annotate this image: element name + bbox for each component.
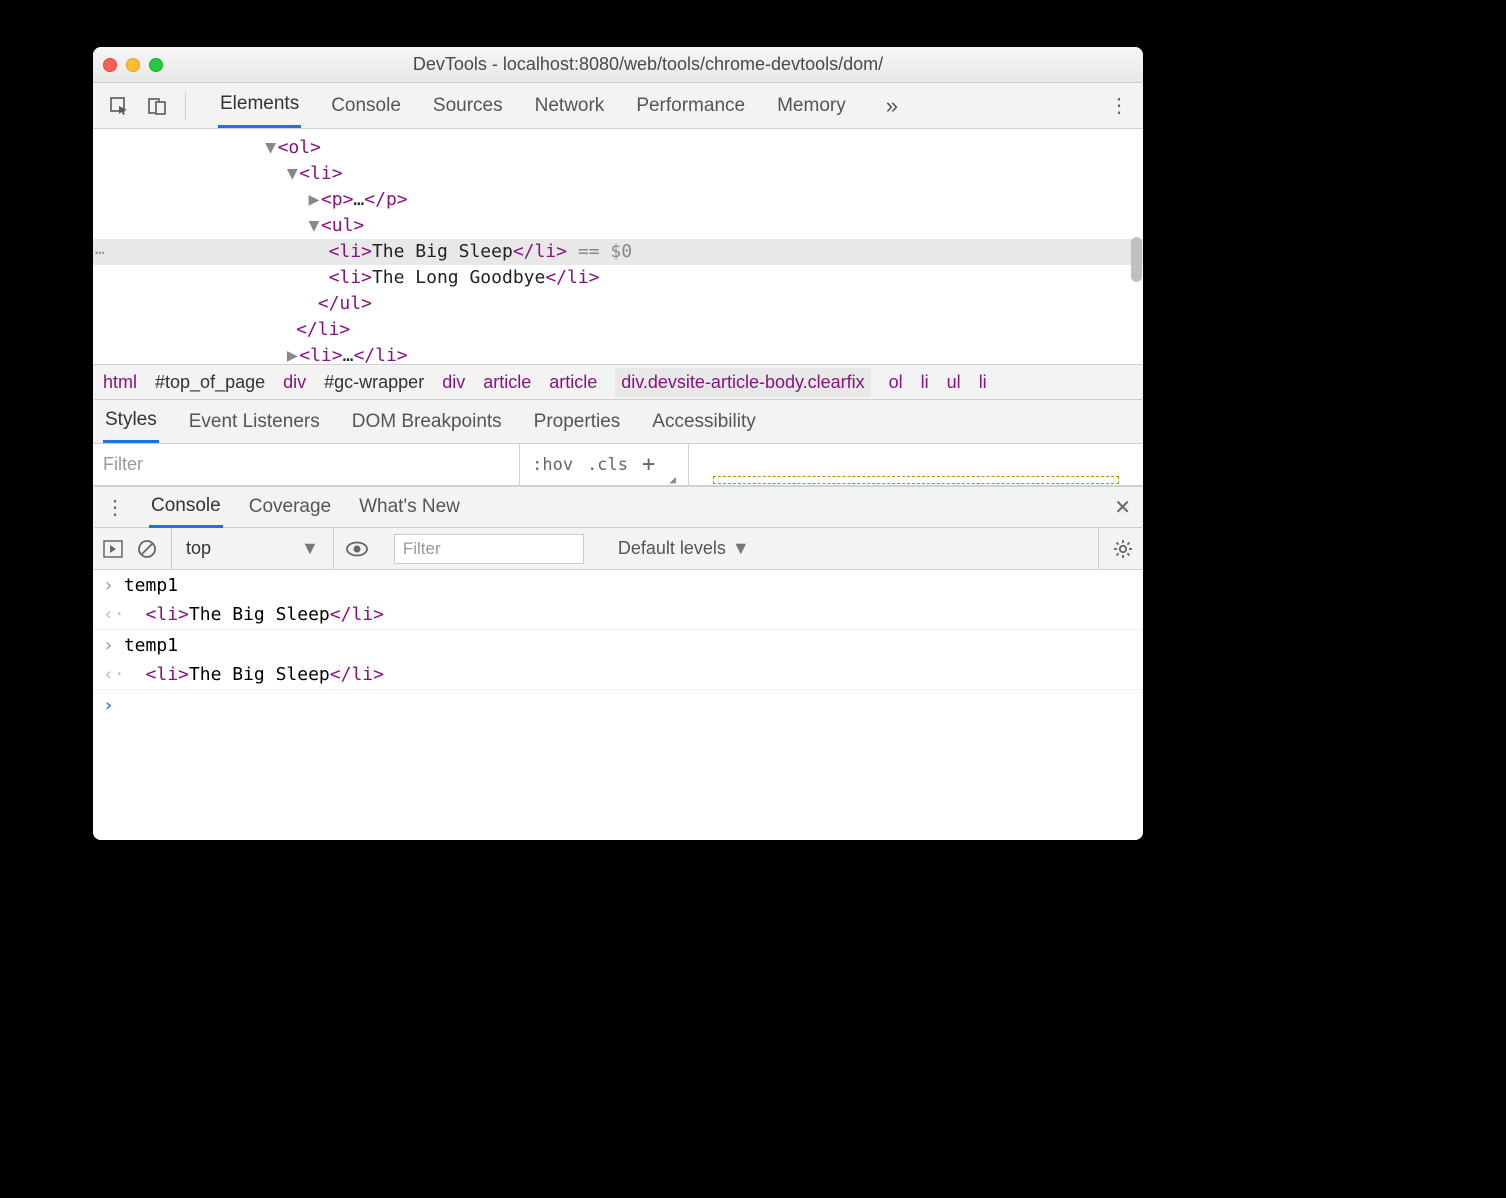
device-toolbar-icon[interactable]: [143, 92, 171, 120]
close-drawer-icon[interactable]: ✕: [1114, 495, 1131, 520]
scrollbar-thumb[interactable]: [1131, 237, 1142, 282]
dom-tree[interactable]: ▼<ol> ▼<li> ▶<p>…</p> ▼<ul> <li>The Big …: [93, 129, 1143, 364]
dom-node[interactable]: </ul>: [93, 291, 1143, 317]
breadcrumb-item[interactable]: html: [103, 372, 137, 393]
tab-performance[interactable]: Performance: [634, 85, 747, 127]
breadcrumb-item[interactable]: article: [549, 372, 597, 393]
live-expression-icon[interactable]: [333, 528, 380, 569]
context-label: top: [186, 538, 211, 559]
tab-console[interactable]: Console: [329, 85, 403, 127]
tab-memory[interactable]: Memory: [775, 85, 848, 127]
panel-tabs: Elements Console Sources Network Perform…: [218, 83, 898, 128]
dom-node[interactable]: ▼<ol>: [93, 135, 1143, 161]
drawer-tab-coverage[interactable]: Coverage: [247, 488, 333, 526]
input-chevron-icon: ›: [103, 635, 114, 656]
window-title: DevTools - localhost:8080/web/tools/chro…: [163, 54, 1133, 75]
console-output[interactable]: ›temp1‹· <li>The Big Sleep</li>›temp1‹· …: [93, 570, 1143, 840]
traffic-lights: [103, 58, 163, 72]
dom-breadcrumb[interactable]: html #top_of_page div #gc-wrapper div article…: [93, 364, 1143, 400]
breadcrumb-item[interactable]: article: [483, 372, 531, 393]
tab-sources[interactable]: Sources: [431, 85, 505, 127]
breadcrumb-item[interactable]: li: [921, 372, 929, 393]
drawer-tabs: ⋮ Console Coverage What's New ✕: [93, 486, 1143, 528]
breadcrumb-item[interactable]: #top_of_page: [155, 372, 265, 393]
chevron-down-icon: ▼: [301, 538, 319, 559]
levels-label: Default levels: [618, 538, 726, 559]
console-row[interactable]: ›temp1: [93, 630, 1143, 660]
drawer-menu-icon[interactable]: ⋮: [105, 495, 125, 520]
more-tabs-icon[interactable]: »: [886, 93, 898, 119]
styles-filter-buttons: :hov .cls + ◢: [520, 444, 689, 485]
clear-console-icon[interactable]: [137, 539, 157, 559]
console-row[interactable]: ‹· <li>The Big Sleep</li>: [93, 660, 1143, 690]
dom-node[interactable]: ▼<li>: [93, 161, 1143, 187]
window-titlebar: DevTools - localhost:8080/web/tools/chro…: [93, 47, 1143, 83]
breadcrumb-item[interactable]: div: [283, 372, 306, 393]
tab-event-listeners[interactable]: Event Listeners: [187, 402, 322, 442]
drawer-tab-whats-new[interactable]: What's New: [357, 488, 462, 526]
styles-pane-tabs: Styles Event Listeners DOM Breakpoints P…: [93, 400, 1143, 444]
dom-node[interactable]: <li>The Long Goodbye</li>: [93, 265, 1143, 291]
maximize-window-button[interactable]: [149, 58, 163, 72]
new-style-rule-icon[interactable]: +: [642, 452, 655, 477]
input-chevron-icon: ›: [103, 575, 114, 596]
breadcrumb-item[interactable]: li: [979, 372, 987, 393]
console-settings-icon[interactable]: [1098, 528, 1133, 569]
console-prompt[interactable]: ›: [93, 690, 1143, 720]
dom-node[interactable]: ▶<p>…</p>: [93, 187, 1143, 213]
breadcrumb-item[interactable]: div.devsite-article-body.clearfix: [615, 368, 870, 397]
tab-accessibility[interactable]: Accessibility: [650, 402, 757, 442]
tab-properties[interactable]: Properties: [532, 402, 623, 442]
settings-menu-icon[interactable]: ⋮: [1109, 96, 1129, 116]
dom-node[interactable]: </li>: [93, 317, 1143, 343]
styles-preview: [689, 444, 1143, 485]
dom-node[interactable]: ▶<li>…</li>: [93, 343, 1143, 364]
output-chevron-icon: ‹·: [103, 604, 125, 625]
console-toolbar: top ▼ Default levels ▼: [93, 528, 1143, 570]
close-window-button[interactable]: [103, 58, 117, 72]
hov-toggle[interactable]: :hov: [532, 455, 573, 475]
tab-styles[interactable]: Styles: [103, 400, 159, 443]
breadcrumb-item[interactable]: ul: [947, 372, 961, 393]
box-model-margin: [713, 476, 1119, 484]
main-toolbar: Elements Console Sources Network Perform…: [93, 83, 1143, 129]
divider: [185, 92, 186, 120]
styles-filter-input[interactable]: [93, 444, 520, 485]
tab-dom-breakpoints[interactable]: DOM Breakpoints: [350, 402, 504, 442]
breadcrumb-item[interactable]: div: [442, 372, 465, 393]
tab-elements[interactable]: Elements: [218, 83, 301, 128]
console-row[interactable]: ‹· <li>The Big Sleep</li>: [93, 600, 1143, 630]
dom-node[interactable]: <li>The Big Sleep</li> == $0: [93, 239, 1143, 265]
output-chevron-icon: ‹·: [103, 664, 125, 685]
console-row[interactable]: ›temp1: [93, 570, 1143, 600]
console-sidebar-toggle-icon[interactable]: [103, 540, 123, 558]
log-levels-select[interactable]: Default levels ▼: [618, 538, 750, 559]
drawer-tab-console[interactable]: Console: [149, 487, 223, 528]
dom-node[interactable]: ▼<ul>: [93, 213, 1143, 239]
minimize-window-button[interactable]: [126, 58, 140, 72]
inspect-element-icon[interactable]: [105, 92, 133, 120]
tab-network[interactable]: Network: [533, 85, 607, 127]
chevron-down-icon: ▼: [732, 538, 750, 559]
devtools-window: DevTools - localhost:8080/web/tools/chro…: [93, 47, 1143, 840]
breadcrumb-item[interactable]: #gc-wrapper: [324, 372, 424, 393]
styles-filter-row: :hov .cls + ◢: [93, 444, 1143, 486]
resize-corner-icon[interactable]: ◢: [669, 474, 676, 485]
breadcrumb-item[interactable]: ol: [889, 372, 903, 393]
execution-context-select[interactable]: top ▼: [171, 528, 319, 569]
console-filter-input[interactable]: [394, 534, 584, 564]
prompt-chevron-icon: ›: [103, 695, 114, 716]
cls-toggle[interactable]: .cls: [587, 455, 628, 475]
